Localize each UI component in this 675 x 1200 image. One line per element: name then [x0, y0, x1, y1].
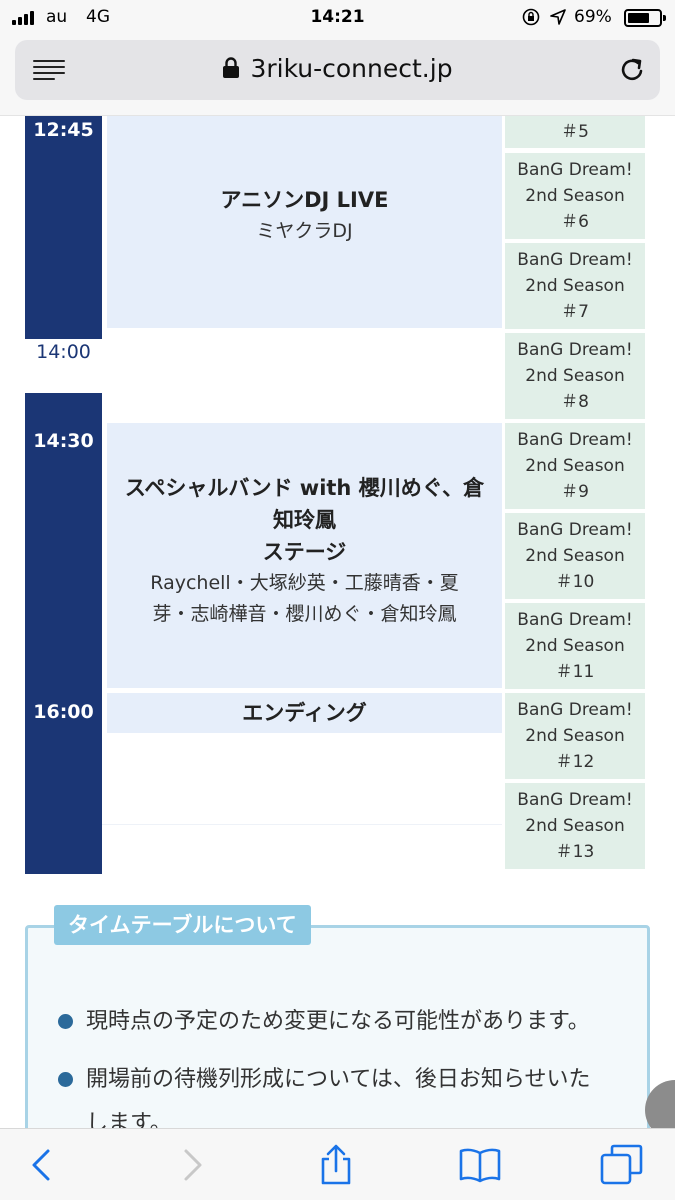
location-arrow-icon	[550, 9, 566, 25]
episode-season: 2nd Season	[525, 726, 625, 746]
stage-block-special-band: スペシャルバンド with 櫻川めぐ、倉 知玲鳳 ステージ Raychell・大…	[107, 423, 502, 688]
status-bar: au 4G 14:21 69%	[0, 0, 675, 36]
episode-block: BanG Dream! 2nd Season ＃10	[505, 513, 645, 599]
episode-number: ＃8	[561, 392, 589, 412]
bookmarks-icon[interactable]	[458, 1143, 502, 1187]
stage-performers: 芽・志崎樺音・櫻川めぐ・倉知玲鳳	[152, 603, 457, 625]
episode-block: BanG Dream! 2nd Season ＃12	[505, 693, 645, 779]
episode-title: BanG Dream!	[517, 790, 633, 810]
time-label: 14:30	[33, 430, 94, 452]
episode-title: BanG Dream!	[517, 250, 633, 270]
stage-title: エンディング	[242, 701, 367, 725]
episode-number: ＃12	[555, 752, 595, 772]
episode-title: BanG Dream!	[517, 700, 633, 720]
episode-season: 2nd Season	[525, 546, 625, 566]
share-icon[interactable]	[314, 1143, 358, 1187]
stage-block-ending: エンディング	[107, 693, 502, 733]
episode-block: BanG Dream! 2nd Season ＃11	[505, 603, 645, 689]
time-label: 14:00	[25, 339, 102, 393]
url-display[interactable]: 3riku-connect.jp	[15, 54, 660, 83]
episode-number: ＃9	[561, 482, 589, 502]
stage-title: アニソンDJ LIVE	[220, 188, 389, 212]
episode-title: BanG Dream!	[517, 340, 633, 360]
browser-address-area: 3riku-connect.jp	[0, 36, 675, 116]
episode-season: 2nd Season	[525, 816, 625, 836]
episode-block: BanG Dream! 2nd Season ＃9	[505, 423, 645, 509]
notes-list: 現時点の予定のため変更になる可能性があります。 開場前の待機列形成については、後…	[58, 993, 658, 1141]
episode-title: BanG Dream!	[517, 430, 633, 450]
reload-icon[interactable]	[618, 55, 646, 85]
divider	[102, 824, 502, 825]
stage-performer: ミヤクラDJ	[256, 220, 353, 242]
list-item: 開場前の待機列形成については、後日お知らせいた	[58, 1051, 658, 1109]
episode-season: 2nd Season	[525, 186, 625, 206]
episode-block: BanG Dream! 2nd Season ＃6	[505, 153, 645, 239]
stage-title: ステージ	[262, 540, 347, 564]
time-label: 16:00	[33, 701, 94, 723]
stage-block-anison-dj: アニソンDJ LIVE ミヤクラDJ	[107, 116, 502, 328]
episode-title: BanG Dream!	[517, 610, 633, 630]
battery-percent: 69%	[574, 7, 612, 27]
episode-title: BanG Dream!	[517, 160, 633, 180]
notes-heading: タイムテーブルについて	[54, 905, 311, 945]
episode-number: ＃5	[561, 122, 589, 142]
episode-number: ＃11	[555, 662, 595, 682]
episode-number: ＃7	[561, 302, 589, 322]
stage-performers: Raychell・大塚紗英・工藤晴香・夏	[150, 572, 459, 594]
episode-block: BanG Dream! 2nd Season ＃13	[505, 783, 645, 869]
timetable-notes-box: 現時点の予定のため変更になる可能性があります。 開場前の待機列形成については、後…	[25, 925, 650, 1141]
lock-icon	[223, 57, 240, 78]
episode-block: ＃5	[505, 116, 645, 148]
url-text: 3riku-connect.jp	[250, 54, 453, 83]
episode-number: ＃13	[555, 842, 595, 862]
list-item: 現時点の予定のため変更になる可能性があります。	[58, 993, 658, 1051]
time-column	[25, 116, 102, 874]
episode-season: 2nd Season	[525, 636, 625, 656]
back-icon[interactable]	[20, 1143, 64, 1187]
tabs-icon[interactable]	[600, 1143, 644, 1187]
episode-block: BanG Dream! 2nd Season ＃8	[505, 333, 645, 419]
episode-block: BanG Dream! 2nd Season ＃7	[505, 243, 645, 329]
orientation-lock-icon	[522, 8, 540, 26]
timetable: 12:45 14:00 14:30 16:00 アニソンDJ LIVE ミヤクラ…	[25, 116, 650, 876]
episode-number: ＃10	[555, 572, 595, 592]
episode-title: BanG Dream!	[517, 520, 633, 540]
time-label: 12:45	[33, 119, 94, 141]
episode-season: 2nd Season	[525, 366, 625, 386]
episode-season: 2nd Season	[525, 276, 625, 296]
episode-number: ＃6	[561, 212, 589, 232]
forward-icon[interactable]	[170, 1143, 214, 1187]
battery-icon	[624, 9, 666, 27]
stage-title: スペシャルバンド with 櫻川めぐ、倉	[124, 476, 485, 500]
episode-season: 2nd Season	[525, 456, 625, 476]
browser-toolbar	[0, 1128, 675, 1200]
address-bar[interactable]: 3riku-connect.jp	[15, 40, 660, 100]
stage-title: 知玲鳳	[273, 508, 336, 532]
